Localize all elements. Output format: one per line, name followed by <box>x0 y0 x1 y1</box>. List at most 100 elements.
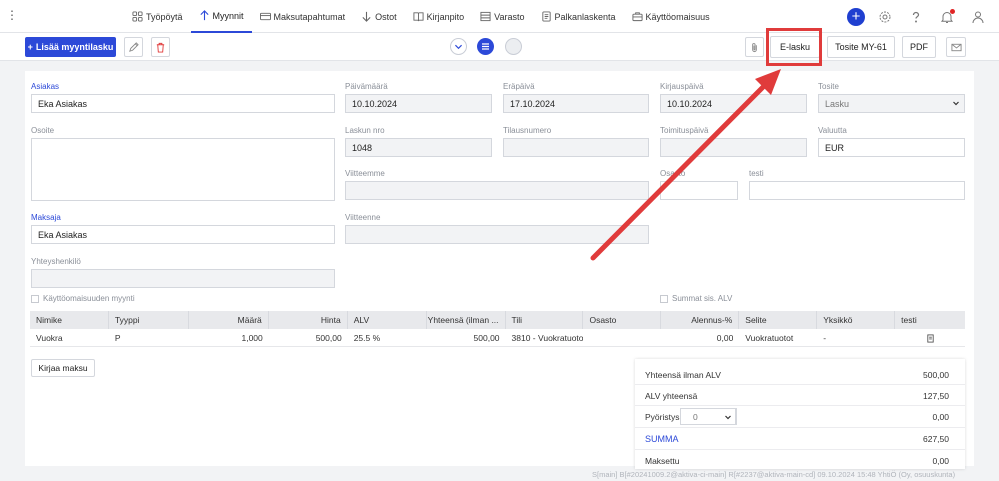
attachment-button[interactable] <box>745 37 764 57</box>
quick-add-button[interactable]: + <box>847 7 865 26</box>
delete-button[interactable] <box>151 37 170 57</box>
user-profile-icon[interactable] <box>971 10 985 24</box>
address-field[interactable] <box>31 138 335 201</box>
table-cell[interactable] <box>583 329 661 347</box>
sums-incl-vat-checkbox[interactable]: Summat sis. ALV <box>660 294 732 303</box>
invoice-toolbar: + Lisää myyntilasku E-lasku Tosite MY-61… <box>0 33 999 61</box>
invoice-rows-header: Nimike Tyyppi Määrä Hinta ALV Yhteensä (… <box>30 311 965 329</box>
table-cell[interactable]: 3810 - Vuokratuotot <box>506 329 584 347</box>
nav-label: Käyttöomaisuus <box>645 11 710 22</box>
col-header[interactable]: ALV <box>348 311 427 329</box>
invoice-form: Asiakas Eka Asiakas Osoite Maksaja Eka A… <box>25 71 974 469</box>
col-header[interactable]: Yhteensä (ilman ... <box>427 311 506 329</box>
our-reference-field[interactable] <box>345 181 649 200</box>
grand-total-label: SUMMA <box>645 434 679 444</box>
invoice-number-field[interactable]: 1048 <box>345 138 492 157</box>
col-header[interactable]: Tyyppi <box>109 311 189 329</box>
grand-total-value: 627,50 <box>923 434 949 444</box>
status-circle[interactable] <box>505 38 522 55</box>
address-label: Osoite <box>31 126 55 135</box>
posting-date-label: Kirjauspäivä <box>660 82 704 91</box>
nav-kirjanpito[interactable]: Kirjanpito <box>405 0 473 33</box>
summary-row: Pyöristys 0 0,00 <box>635 406 965 428</box>
col-header[interactable]: Yksikkö <box>817 311 896 329</box>
col-header[interactable]: Tili <box>506 311 584 329</box>
edit-button[interactable] <box>124 37 143 57</box>
due-date-field[interactable]: 17.10.2024 <box>503 94 649 113</box>
table-cell[interactable]: 500,00 <box>427 329 506 347</box>
help-icon[interactable] <box>909 10 923 24</box>
nav-varasto[interactable]: Varasto <box>472 0 532 33</box>
col-header[interactable]: Nimike <box>30 311 109 329</box>
totals-summary: Yhteensä ilman ALV 500,00 ALV yhteensä 1… <box>635 359 965 469</box>
asset-sale-checkbox[interactable]: Käyttöomaisuuden myynti <box>31 294 135 303</box>
nav-ostot[interactable]: Ostot <box>353 0 405 33</box>
customer-label: Asiakas <box>31 82 60 91</box>
posting-date-field[interactable]: 10.10.2024 <box>660 94 807 113</box>
total-excl-vat-label: Yhteensä ilman ALV <box>645 370 721 380</box>
col-header[interactable]: Selite <box>739 311 818 329</box>
total-excl-vat-value: 500,00 <box>923 370 949 380</box>
pencil-icon <box>128 41 139 53</box>
table-cell[interactable]: Vuokratuotot <box>739 329 817 347</box>
nav-label: Myynnit <box>212 10 244 21</box>
rounding-select[interactable]: 0 <box>680 408 736 425</box>
document-icon <box>541 11 552 22</box>
notification-bell-icon[interactable] <box>940 8 955 24</box>
order-number-field[interactable] <box>503 138 649 157</box>
add-sales-invoice-button[interactable]: + Lisää myyntilasku <box>25 37 116 57</box>
email-button[interactable] <box>946 37 966 57</box>
department-label: Osasto <box>660 169 686 178</box>
grid-icon <box>132 11 143 22</box>
menu-dots-icon[interactable]: ⋮ <box>6 9 18 21</box>
table-cell[interactable] <box>895 329 965 347</box>
nav-myynnit[interactable]: Myynnit <box>190 0 252 33</box>
nav-tyopoyta[interactable]: Työpöytä <box>124 0 191 33</box>
card-icon <box>259 11 271 22</box>
nav-maksutapahtumat[interactable]: Maksutapahtumat <box>252 0 354 33</box>
voucher-button[interactable]: Tosite MY-61 <box>827 36 895 58</box>
col-header[interactable]: Osasto <box>583 311 662 329</box>
col-header[interactable]: testi <box>895 311 965 329</box>
nav-kayttoomaisuus[interactable]: Käyttöomaisuus <box>624 0 718 33</box>
settings-gear-icon[interactable] <box>878 10 892 24</box>
record-payment-button[interactable]: Kirjaa maksu <box>31 359 95 377</box>
pdf-button[interactable]: PDF <box>902 36 936 58</box>
table-cell[interactable]: 25.5 % <box>348 329 427 347</box>
main-nav: Työpöytä Myynnit Maksutapahtumat Ostot K… <box>124 0 718 33</box>
vat-total-value: 127,50 <box>923 391 949 401</box>
payer-field[interactable]: Eka Asiakas <box>31 225 335 244</box>
date-field[interactable]: 10.10.2024 <box>345 94 492 113</box>
table-cell[interactable]: 500,00 <box>269 329 348 347</box>
voucher-type-label: Tosite <box>818 82 839 91</box>
table-cell[interactable]: 0,00 <box>661 329 739 347</box>
table-cell[interactable]: Vuokra <box>30 329 109 347</box>
envelope-icon <box>950 42 962 53</box>
col-header[interactable]: Alennus-% <box>661 311 740 329</box>
table-row[interactable]: Vuokra P 1,000 500,00 25.5 % 500,00 3810… <box>30 329 965 347</box>
summary-row: SUMMA 627,50 <box>635 428 965 450</box>
department-field[interactable] <box>660 181 738 200</box>
arrow-down-icon <box>361 11 372 22</box>
delivery-date-field[interactable] <box>660 138 807 157</box>
currency-field[interactable]: EUR <box>818 138 965 157</box>
table-cell[interactable]: - <box>817 329 895 347</box>
voucher-type-select[interactable]: Lasku <box>818 94 965 113</box>
table-cell[interactable]: 1,000 <box>189 329 269 347</box>
customer-field[interactable]: Eka Asiakas <box>31 94 335 113</box>
your-reference-label: Viitteenne <box>345 213 381 222</box>
col-header[interactable]: Määrä <box>189 311 269 329</box>
menu-list-button[interactable] <box>477 38 494 55</box>
summary-row: Yhteensä ilman ALV 500,00 <box>635 364 965 385</box>
hamburger-icon <box>482 43 489 50</box>
expand-chevron-button[interactable] <box>450 38 467 55</box>
row-document-icon[interactable] <box>926 333 935 343</box>
nav-palkanlaskenta[interactable]: Palkanlaskenta <box>533 0 624 33</box>
col-header[interactable]: Hinta <box>269 311 348 329</box>
test-field[interactable] <box>749 181 965 200</box>
your-reference-field[interactable] <box>345 225 649 244</box>
address-redaction <box>37 141 82 161</box>
table-cell[interactable]: P <box>109 329 189 347</box>
contact-person-field[interactable] <box>31 269 335 288</box>
nav-label: Varasto <box>494 11 525 22</box>
